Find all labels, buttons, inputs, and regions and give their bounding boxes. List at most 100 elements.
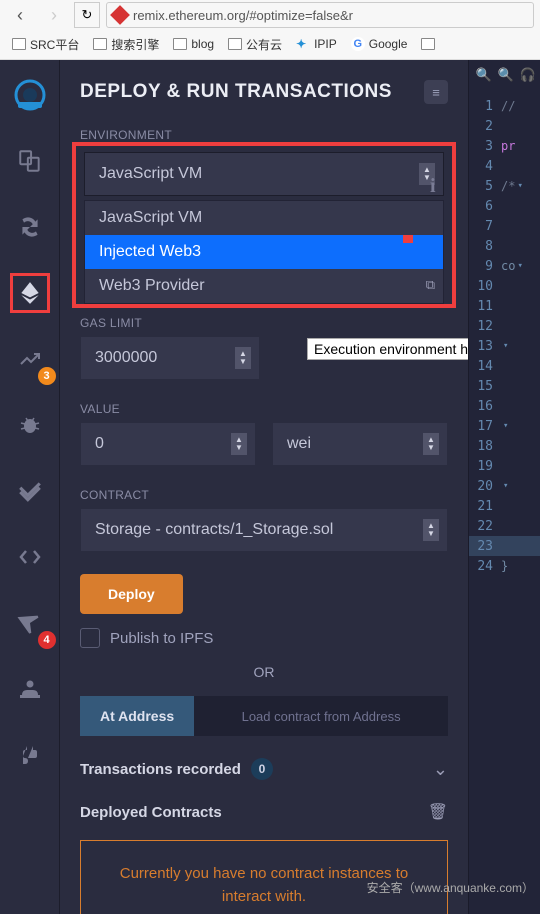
unit-test-icon[interactable] [10,471,50,511]
code-line[interactable]: 20 [469,476,540,496]
badge: 4 [38,631,56,649]
bookmark-item[interactable]: 搜索引擎 [87,33,165,56]
deployed-contracts-label: Deployed Contracts [80,804,222,821]
trash-icon[interactable]: 🗑 [428,802,448,822]
code-line[interactable]: 15 [469,376,540,396]
plugin-icon[interactable] [10,735,50,775]
code-line[interactable]: 18 [469,436,540,456]
address-input[interactable]: Load contract from Address [194,696,448,736]
code-line[interactable]: 6 [469,196,540,216]
code-line[interactable]: 8 [469,236,540,256]
line-number: 7 [469,219,497,234]
code-line[interactable]: 24} [469,556,540,576]
ipip-icon: ✦ [296,37,310,51]
copy-icon[interactable]: ⧉ [426,277,435,293]
select-arrows-icon: ▲▼ [423,519,439,541]
analytics-icon[interactable]: 3 [10,339,50,379]
contract-select[interactable]: Storage - contracts/1_Storage.sol ▲▼ [80,508,448,552]
transactions-recorded-row[interactable]: Transactions recorded 0 ⌄ [80,758,448,780]
code-line[interactable]: 13 [469,336,540,356]
deploy-button[interactable]: Deploy [80,574,183,614]
bookmark-item[interactable]: SRC平台 [6,33,85,56]
code-line[interactable]: 23 [469,536,540,556]
zoom-in-icon[interactable]: 🔍 [475,67,491,83]
publish-ipfs-checkbox[interactable] [80,628,100,648]
line-number: 14 [469,359,497,374]
deploy-panel: DEPLOY & RUN TRANSACTIONS ≡ ENVIRONMENT … [60,60,468,914]
line-number: 19 [469,459,497,474]
bookmark-bar: SRC平台 搜索引擎 blog 公有云 ✦IPIP GGoogle [0,30,540,58]
bookmark-item[interactable] [415,35,441,53]
number-spinner-icon[interactable]: ▲▼ [231,433,247,455]
line-number: 9 [469,259,497,274]
code-line[interactable]: 11 [469,296,540,316]
bookmark-item[interactable]: 公有云 [222,33,288,56]
code-line[interactable]: 1// [469,96,540,116]
gas-limit-label: GAS LIMIT [80,316,448,330]
code-line[interactable]: 12 [469,316,540,336]
watermark: 安全客（www.anquanke.com） [367,879,534,896]
code-line[interactable]: 21 [469,496,540,516]
code-line[interactable]: 10 [469,276,540,296]
value-input[interactable]: 0 ▲▼ [80,422,256,466]
code-line[interactable]: 19 [469,456,540,476]
verify-icon[interactable]: 4 [10,603,50,643]
code-line[interactable]: 2 [469,116,540,136]
site-icon [110,5,130,25]
select-arrows-icon: ▲▼ [423,433,439,455]
code-line[interactable]: 14 [469,356,540,376]
code-text: co [497,259,515,273]
debugger-icon[interactable] [10,405,50,445]
folder-icon [93,38,107,50]
zoom-out-icon[interactable]: 🔍 [498,67,514,83]
code-line[interactable]: 9co [469,256,540,276]
env-option-injected[interactable]: Injected Web3 [85,235,443,269]
info-icon[interactable]: i [430,175,436,198]
code-line[interactable]: 16 [469,396,540,416]
value-unit-select[interactable]: wei ▲▼ [272,422,448,466]
terminal-icon[interactable] [10,537,50,577]
headphones-icon[interactable]: 🎧 [520,67,536,83]
line-number: 24 [469,559,497,574]
code-line[interactable]: 22 [469,516,540,536]
line-number: 15 [469,379,497,394]
line-number: 21 [469,499,497,514]
publish-ipfs-label: Publish to IPFS [110,630,213,647]
remix-logo[interactable] [10,75,50,115]
gas-limit-input[interactable]: 3000000 ▲▼ [80,336,260,380]
bookmark-item[interactable]: GGoogle [345,34,414,54]
environment-tooltip: Execution environment has been provide [307,338,468,360]
code-line[interactable]: 7 [469,216,540,236]
settings-icon[interactable]: ≡ [424,80,448,104]
code-text: /* [497,179,515,193]
code-line[interactable]: 5/* [469,176,540,196]
editor-toolbar: 🔍 🔍 🎧 [469,60,540,90]
code-text: pr [497,139,515,153]
no-instances-message: Currently you have no contract instances… [80,840,448,914]
env-option-jsvm[interactable]: JavaScript VM [85,201,443,235]
learneth-icon[interactable] [10,669,50,709]
compiler-icon[interactable] [10,207,50,247]
folder-icon [228,38,242,50]
number-spinner-icon[interactable]: ▲▼ [235,347,251,369]
folder-icon [12,38,26,50]
bookmark-item[interactable]: blog [167,34,220,54]
at-address-button[interactable]: At Address [80,696,194,736]
forward-button[interactable]: › [40,3,68,27]
bookmark-item[interactable]: ✦IPIP [290,34,343,54]
code-line[interactable]: 3pr [469,136,540,156]
environment-select[interactable]: JavaScript VM ▲▼ [84,152,444,196]
code-line[interactable]: 4 [469,156,540,176]
deploy-icon[interactable] [10,273,50,313]
line-number: 8 [469,239,497,254]
file-explorer-icon[interactable] [10,141,50,181]
browser-chrome: ‹ › ↻ remix.ethereum.org/#optimize=false… [0,0,540,60]
folder-icon [421,38,435,50]
env-option-web3[interactable]: Web3 Provider ⧉ [85,269,443,303]
panel-title: DEPLOY & RUN TRANSACTIONS [80,81,392,103]
refresh-button[interactable]: ↻ [74,2,100,28]
back-button[interactable]: ‹ [6,3,34,27]
url-bar[interactable]: remix.ethereum.org/#optimize=false&r [106,2,534,28]
code-gutter[interactable]: 1//23pr45/*6789co10111213141516171819202… [469,90,540,914]
code-line[interactable]: 17 [469,416,540,436]
